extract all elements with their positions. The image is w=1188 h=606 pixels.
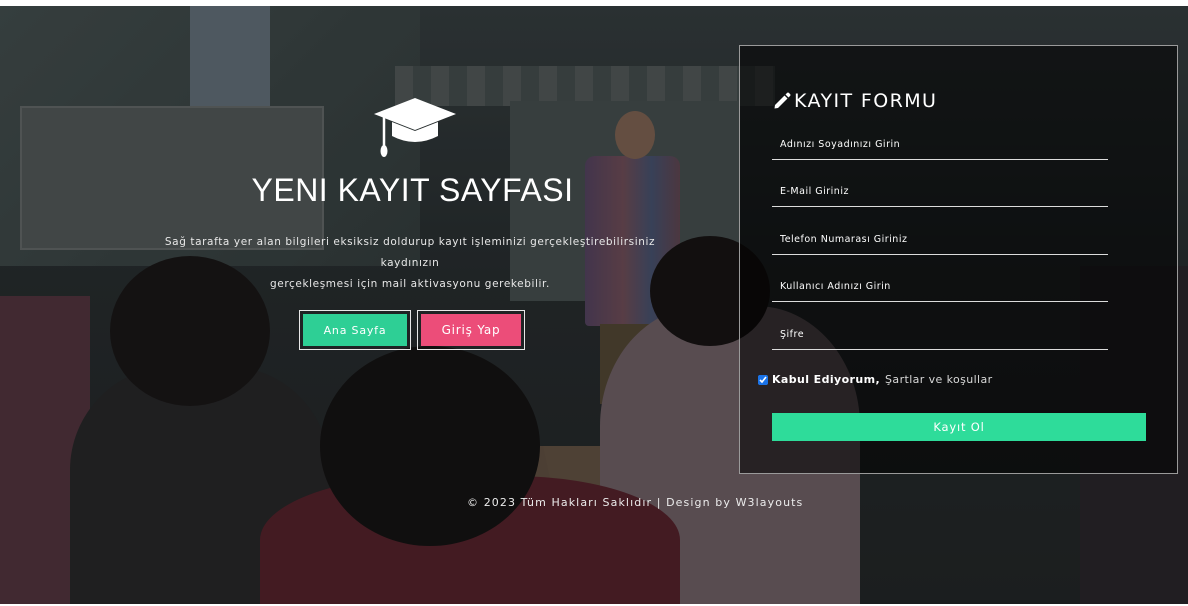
password-input[interactable] [772,320,1108,349]
username-input[interactable] [772,272,1108,301]
email-field [772,177,1108,207]
terms-accept-label: Kabul Ediyorum, [772,373,881,386]
pencil-icon [774,92,791,109]
description-line: gerçekleşmesi için mail aktivasyonu gere… [270,278,550,290]
phone-input[interactable] [772,225,1108,254]
home-button[interactable]: Ana Sayfa [299,310,411,350]
form-title: KAYIT FORMU [772,90,937,112]
registration-form: KAYIT FORMU Kabul Ediyorum, Şartlar ve k… [739,45,1178,474]
page-title: YENI KAYIT SAYFASI [251,172,574,208]
page-description: Sağ tarafta yer alan bilgileri eksiksiz … [145,232,675,295]
register-button[interactable]: Kayıt Ol [772,413,1146,441]
phone-field [772,225,1108,255]
password-field [772,320,1108,350]
terms-row: Kabul Ediyorum, Şartlar ve koşullar [758,373,993,386]
graduation-cap-icon [374,98,456,157]
fullname-field [772,130,1108,160]
fullname-input[interactable] [772,130,1108,159]
email-input[interactable] [772,177,1108,206]
home-button-label: Ana Sayfa [303,314,407,346]
terms-link[interactable]: Şartlar ve koşullar [885,373,993,386]
login-button[interactable]: Giriş Yap [417,310,525,350]
footer-copyright: © 2023 Tüm Hakları Saklıdır | Design by … [467,496,804,509]
terms-checkbox[interactable] [758,374,768,385]
form-title-text: KAYIT FORMU [794,90,938,112]
description-line: Sağ tarafta yer alan bilgileri eksiksiz … [164,236,656,269]
login-button-label: Giriş Yap [421,314,521,346]
username-field [772,272,1108,302]
